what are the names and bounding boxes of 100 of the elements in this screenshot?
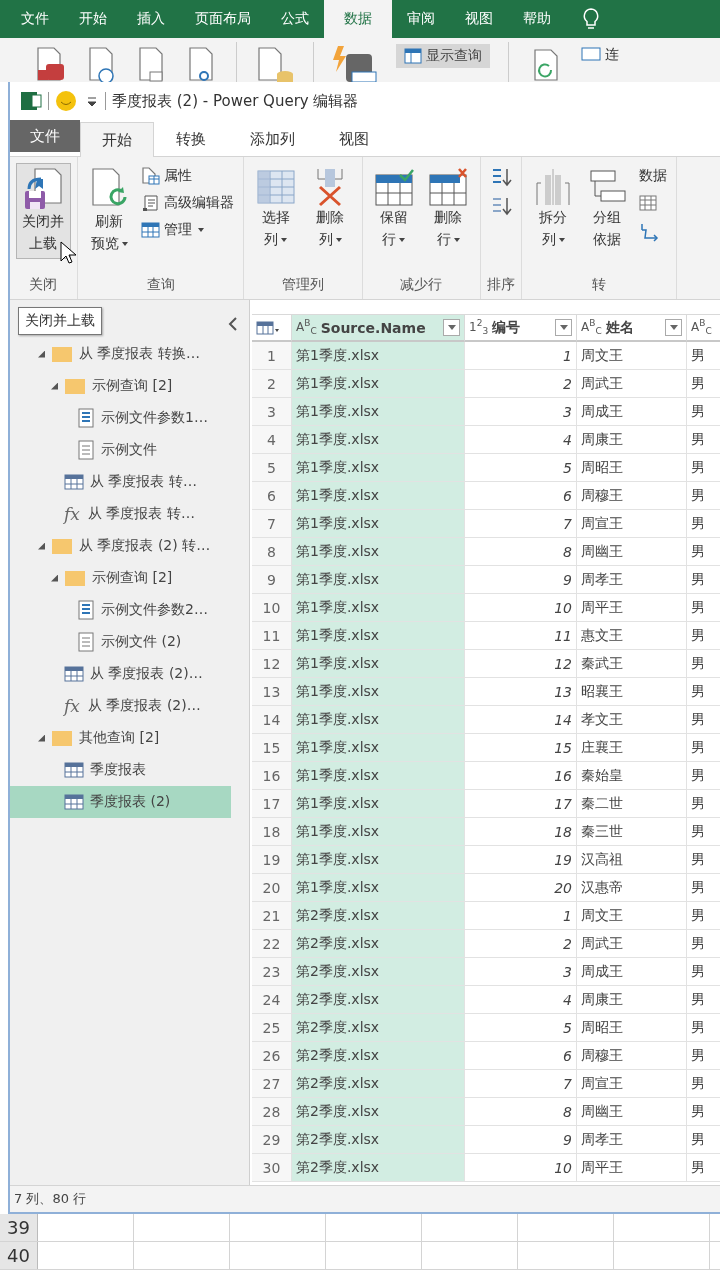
ribbon-tab[interactable]: 页面布局 bbox=[180, 0, 266, 38]
query-item[interactable]: fx 从 季度报表 (2)… bbox=[10, 690, 231, 722]
table-icon bbox=[639, 194, 658, 212]
query-item[interactable]: 从 季度报表 转… bbox=[10, 466, 231, 498]
ribbon-tab[interactable]: 转换 bbox=[154, 122, 228, 156]
table-cell: 第1季度.xlsx bbox=[292, 482, 465, 510]
query-item[interactable]: 从 季度报表 (2)… bbox=[10, 658, 231, 690]
table-cell: 男 bbox=[687, 678, 720, 706]
ribbon-tab[interactable]: 开始 bbox=[80, 122, 154, 157]
table-icon bbox=[64, 665, 84, 683]
query-item[interactable]: 季度报表 (2) bbox=[10, 786, 231, 818]
table-cell: 男 bbox=[687, 790, 720, 818]
table-cell: 8 bbox=[465, 538, 577, 566]
ribbon-button[interactable]: 选择列 bbox=[250, 163, 301, 256]
folder-icon bbox=[64, 569, 86, 587]
ribbon-button[interactable]: 刷新预览 bbox=[83, 163, 135, 260]
properties-icon bbox=[141, 167, 162, 185]
ribbon-button[interactable]: 分组依据 bbox=[582, 163, 633, 256]
table-cell: 14 bbox=[465, 706, 577, 734]
filter-button[interactable] bbox=[443, 319, 460, 336]
ribbon-tab[interactable]: 帮助 bbox=[508, 0, 566, 38]
function-icon: fx bbox=[64, 504, 82, 524]
table-cell: 周武王 bbox=[577, 370, 687, 398]
rows-delete-icon bbox=[428, 167, 469, 207]
ribbon-tab[interactable]: 文件 bbox=[6, 0, 64, 38]
expand-toggle[interactable] bbox=[38, 350, 45, 358]
table-cell: 第1季度.xlsx bbox=[292, 762, 465, 790]
query-item[interactable]: 示例文件 (2) bbox=[10, 626, 231, 658]
ribbon-tab[interactable]: 审阅 bbox=[392, 0, 450, 38]
ribbon-tab[interactable]: 视图 bbox=[450, 0, 508, 38]
column-header[interactable]: A$^{B}$$_{C}$ 姓名 bbox=[577, 314, 687, 342]
query-item[interactable]: 示例查询 [2] bbox=[10, 562, 231, 594]
table-cell: 第1季度.xlsx bbox=[292, 454, 465, 482]
query-item[interactable]: 从 季度报表 转换… bbox=[10, 338, 231, 370]
table-icon bbox=[141, 221, 162, 239]
ribbon-button[interactable]: 删除列 bbox=[305, 163, 356, 256]
filter-button[interactable] bbox=[665, 319, 682, 336]
query-item[interactable]: fx 从 季度报表 转… bbox=[10, 498, 231, 530]
dropdown-icon bbox=[559, 324, 568, 331]
ribbon-button[interactable]: 拆分列 bbox=[527, 163, 579, 256]
ribbon-button[interactable]: 数据 bbox=[636, 165, 671, 187]
table-cell: 男 bbox=[687, 482, 720, 510]
ribbon-tab[interactable]: 数据 bbox=[324, 0, 392, 38]
column-header[interactable]: 1$^{2}$$_{3}$ 编号 bbox=[465, 314, 577, 342]
parameter-icon bbox=[77, 408, 95, 428]
expand-toggle[interactable] bbox=[38, 734, 45, 742]
query-item[interactable]: 其他查询 [2] bbox=[10, 722, 231, 754]
column-name: 姓名 bbox=[605, 318, 635, 337]
row-number: 2 bbox=[252, 370, 292, 398]
ribbon-button[interactable]: 保留行 bbox=[368, 163, 420, 256]
column-header[interactable]: A$^{B}$$_{C}$ Source.Name bbox=[292, 314, 465, 342]
query-item[interactable]: 从 季度报表 (2) 转… bbox=[10, 530, 231, 562]
expand-toggle[interactable] bbox=[51, 574, 58, 582]
connections-button[interactable]: 连 bbox=[581, 46, 619, 64]
query-name: 从 季度报表 (2)… bbox=[88, 697, 201, 715]
table-cell: 男 bbox=[687, 1126, 720, 1154]
ribbon-tab[interactable]: 插入 bbox=[122, 0, 180, 38]
table-cell: 周穆王 bbox=[577, 1042, 687, 1070]
table-cell: 第1季度.xlsx bbox=[292, 734, 465, 762]
table-cell: 男 bbox=[687, 902, 720, 930]
table-cell: 周孝王 bbox=[577, 566, 687, 594]
row-number: 24 bbox=[252, 986, 292, 1014]
table-cell: 第1季度.xlsx bbox=[292, 426, 465, 454]
table-cell: 10 bbox=[465, 1154, 577, 1182]
window-title: 季度报表 (2) - Power Query 编辑器 bbox=[112, 91, 359, 111]
row-number: 30 bbox=[252, 1154, 292, 1182]
query-item[interactable]: 示例文件参数1… bbox=[10, 402, 231, 434]
ribbon-button[interactable]: 高级编辑器 bbox=[138, 192, 238, 214]
query-item[interactable]: 季度报表 bbox=[10, 754, 231, 786]
ribbon-tab[interactable]: 公式 bbox=[266, 0, 324, 38]
query-item[interactable]: 示例文件参数2… bbox=[10, 594, 231, 626]
show-queries-button[interactable]: 显示查询 bbox=[396, 44, 490, 68]
monitor-icon bbox=[581, 47, 601, 63]
ribbon-tab[interactable]: 添加列 bbox=[228, 122, 317, 156]
query-item[interactable]: 示例文件 bbox=[10, 434, 231, 466]
expand-toggle[interactable] bbox=[38, 542, 45, 550]
table-cell: 秦二世 bbox=[577, 790, 687, 818]
folder-icon bbox=[51, 537, 73, 555]
ribbon-tab[interactable]: 视图 bbox=[317, 122, 391, 156]
row-number: 4 bbox=[252, 426, 292, 454]
ribbon-button[interactable]: 管理 bbox=[138, 219, 238, 241]
table-icon bbox=[64, 473, 84, 491]
table-cell: 第2季度.xlsx bbox=[292, 1014, 465, 1042]
row-number: 19 bbox=[252, 846, 292, 874]
table-cell: 第1季度.xlsx bbox=[292, 818, 465, 846]
document-icon bbox=[77, 632, 95, 652]
table-cell: 7 bbox=[465, 510, 577, 538]
query-item[interactable]: 示例查询 [2] bbox=[10, 370, 231, 402]
table-cell: 15 bbox=[465, 734, 577, 762]
table-cell: 男 bbox=[687, 398, 720, 426]
table-cell: 第1季度.xlsx bbox=[292, 594, 465, 622]
expand-toggle[interactable] bbox=[51, 382, 58, 390]
table-cell: 男 bbox=[687, 958, 720, 986]
ribbon-tab[interactable]: 开始 bbox=[64, 0, 122, 38]
ribbon-button[interactable]: 关闭并上载 bbox=[16, 163, 71, 260]
ribbon-button[interactable]: 删除行 bbox=[423, 163, 474, 256]
filter-button[interactable] bbox=[555, 319, 572, 336]
file-tab[interactable]: 文件 bbox=[10, 120, 80, 152]
ribbon-button[interactable]: 属性 bbox=[138, 165, 238, 187]
table-cell: 第1季度.xlsx bbox=[292, 706, 465, 734]
